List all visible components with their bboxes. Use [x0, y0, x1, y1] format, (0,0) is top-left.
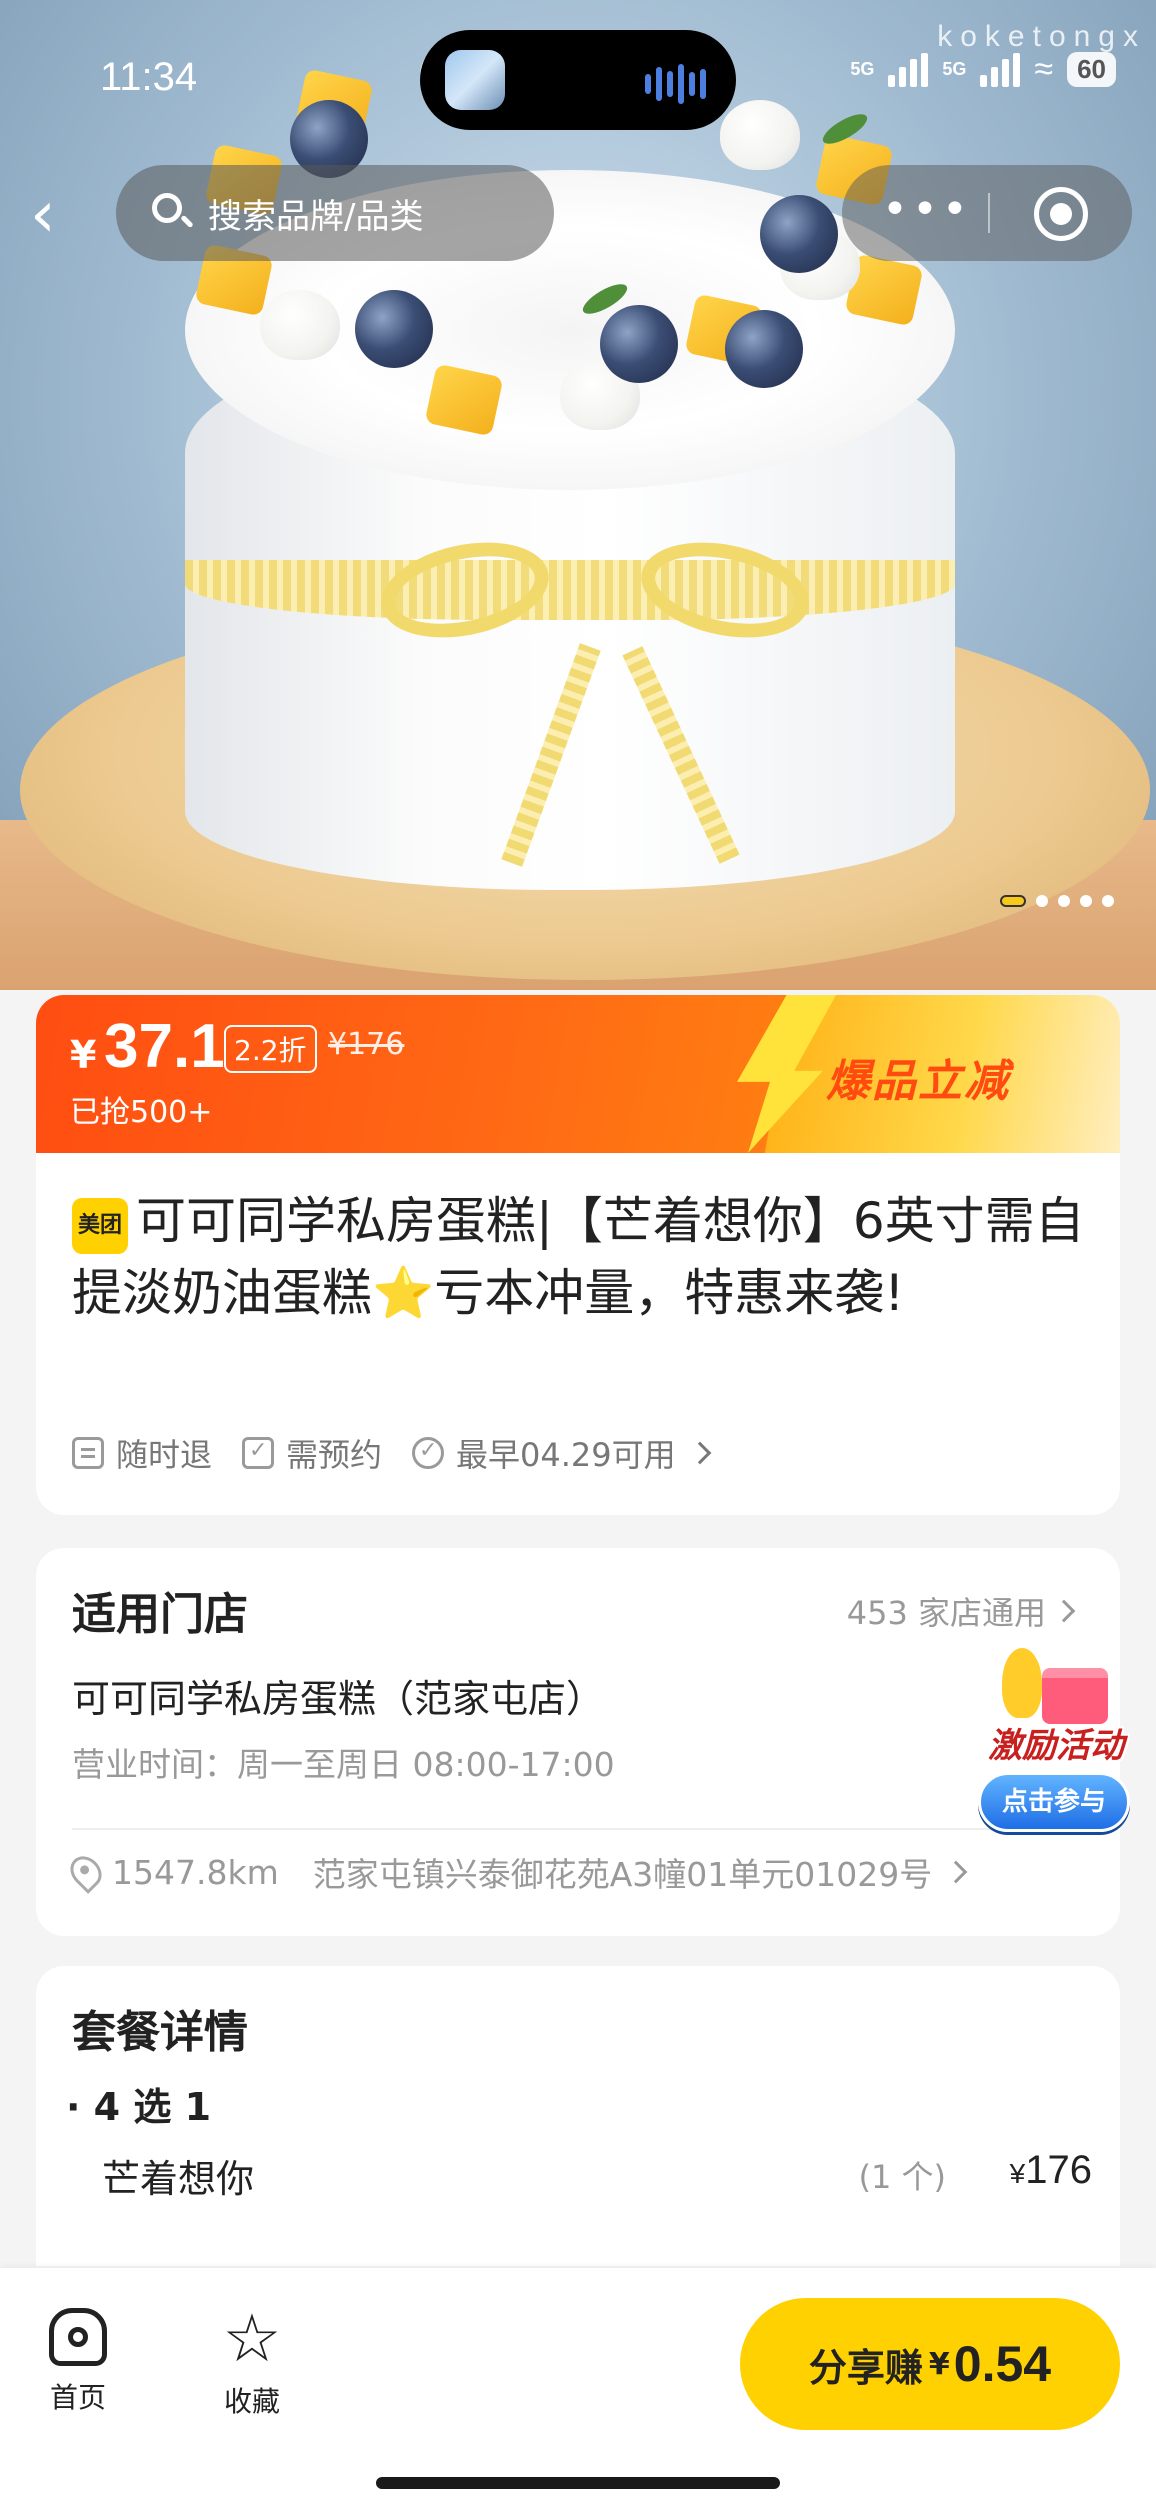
tag-label: 随时退	[116, 1436, 213, 1474]
price-banner: ¥ 37.1 2.2折 ¥176 已抢500+ 爆品立减	[36, 995, 1120, 1153]
gallery-pager	[1000, 895, 1114, 907]
applicable-stores-card: 适用门店 453 家店通用 可可同学私房蛋糕（范家屯店） 营业时间：周一至周日 …	[36, 1548, 1120, 1936]
home-icon	[49, 2308, 107, 2366]
package-details-card: 套餐详情 · 4 选 1 芒着想你 (1 个) ¥176	[36, 1966, 1120, 2266]
all-stores-link[interactable]: 453 家店通用	[846, 1588, 1076, 1634]
pager-dot	[1058, 895, 1070, 907]
product-title-text: 可可同学私房蛋糕|【芒着想你】6英寸需自提淡奶油蛋糕⭐亏本冲量，特惠来袭!	[72, 1192, 1085, 1322]
battery-indicator: 60	[1067, 52, 1116, 87]
check-circle-icon	[412, 1437, 445, 1469]
package-group: · 4 选 1	[66, 2085, 212, 2129]
section-title: 套餐详情	[72, 2007, 248, 2058]
location-pin-icon	[64, 1850, 108, 1894]
share-amount: 0.54	[953, 2336, 1052, 2392]
sold-count: 已抢500+	[70, 1095, 213, 1130]
home-button[interactable]: 首页	[28, 2308, 128, 2416]
capsule-divider	[988, 193, 990, 233]
share-earn-button[interactable]: 分享赚 ¥ 0.54	[740, 2298, 1120, 2430]
star-icon: ☆	[222, 2300, 282, 2377]
join-activity-button[interactable]: 点击参与	[978, 1772, 1130, 1832]
signal-icon	[888, 52, 929, 87]
blueberry	[725, 310, 803, 388]
blueberry	[355, 290, 433, 368]
package-item: 芒着想你 (1 个) ¥176	[102, 2148, 1092, 2203]
search-bar[interactable]: 搜索品牌/品类	[116, 165, 554, 261]
pager-dot	[1102, 895, 1114, 907]
item-price: ¥176	[1010, 2148, 1092, 2193]
cream-swirl	[720, 100, 800, 170]
status-indicators: 5G 5G ≈ 60	[850, 50, 1116, 89]
service-tags[interactable]: 随时退 需预约 最早04.29可用	[72, 1430, 711, 1476]
currency-symbol: ¥	[1009, 2158, 1026, 2189]
chevron-left-icon: ‹	[30, 178, 56, 252]
product-info-card: ¥ 37.1 2.2折 ¥176 已抢500+ 爆品立减 美团 可可同学私房蛋糕|…	[36, 995, 1120, 1515]
lightning-icon	[737, 995, 836, 1153]
calendar-check-icon	[242, 1437, 275, 1469]
tag-label: 最早04.29可用	[456, 1436, 676, 1474]
chevron-right-icon	[688, 1441, 711, 1465]
store-hours: 营业时间：周一至周日 08:00-17:00	[72, 1745, 615, 1784]
original-price: ¥176	[328, 1027, 405, 1062]
activity-label: 激励活动	[988, 1726, 1124, 1766]
chevron-right-icon	[1052, 1599, 1076, 1623]
search-placeholder: 搜索品牌/品类	[208, 196, 424, 237]
search-icon	[150, 191, 194, 235]
cream-swirl	[260, 290, 340, 360]
network-type: 5G	[850, 59, 875, 79]
item-name: 芒着想你	[102, 2157, 255, 2201]
product-image-gallery[interactable]	[0, 0, 1156, 990]
incentive-activity-widget[interactable]: 激励活动 点击参与	[966, 1648, 1146, 1838]
pager-dot	[1036, 895, 1048, 907]
store-name[interactable]: 可可同学私房蛋糕（范家屯店）	[72, 1668, 604, 1723]
store-count-text: 453 家店通用	[846, 1594, 1046, 1632]
document-icon	[72, 1437, 104, 1469]
discount-badge: 2.2折	[224, 1025, 317, 1073]
back-button[interactable]: ‹	[30, 180, 90, 250]
bunny-icon	[1002, 1648, 1042, 1718]
group-label: 4 选 1	[93, 2085, 212, 2129]
favorite-label: 收藏	[223, 2385, 280, 2418]
promo-label: 爆品立减	[826, 1056, 1010, 1107]
status-time: 11:34	[100, 55, 198, 99]
tag-label: 需预约	[286, 1436, 383, 1474]
current-price: 37.1	[104, 1012, 225, 1081]
home-indicator[interactable]	[376, 2477, 780, 2489]
network-type: 5G	[942, 59, 967, 79]
store-distance: 1547.8km	[112, 1852, 279, 1892]
signal-icon	[980, 52, 1021, 87]
section-title: 适用门店	[72, 1589, 248, 1640]
favorite-button[interactable]: ☆ 收藏	[202, 2300, 302, 2420]
tag-available-date: 最早04.29可用	[412, 1430, 711, 1476]
more-options-button[interactable]: •••	[882, 165, 972, 261]
watermark: koketongx	[937, 20, 1146, 53]
pager-dot-active	[1000, 895, 1026, 907]
tag-refund: 随时退	[72, 1430, 212, 1476]
divider	[72, 1828, 1084, 1830]
home-label: 首页	[49, 2381, 106, 2414]
blueberry	[600, 305, 678, 383]
close-miniprogram-button[interactable]	[1034, 187, 1088, 241]
miniprogram-capsule: •••	[842, 165, 1132, 261]
blueberry	[760, 195, 838, 273]
store-address: 范家屯镇兴泰御花苑A3幢01单元01029号	[312, 1855, 933, 1894]
product-title: 美团 可可同学私房蛋糕|【芒着想你】6英寸需自提淡奶油蛋糕⭐亏本冲量，特惠来袭!	[72, 1185, 1092, 1329]
store-address-row[interactable]: 1547.8km 范家屯镇兴泰御花苑A3幢01单元01029号	[64, 1848, 1084, 1896]
item-quantity: (1 个)	[858, 2158, 946, 2196]
chevron-right-icon	[944, 1860, 968, 1884]
music-cover-thumbnail	[445, 50, 505, 110]
share-label: 分享赚	[808, 2345, 923, 2390]
item-price-value: 176	[1025, 2148, 1092, 2192]
meituan-badge: 美团	[72, 1198, 128, 1254]
dynamic-island	[420, 30, 736, 130]
bottom-action-bar: 首页 ☆ 收藏 分享赚 ¥ 0.54	[0, 2268, 1156, 2510]
currency-symbol: ¥	[70, 1033, 97, 1077]
cake-ribbon	[185, 560, 955, 620]
currency-symbol: ¥	[928, 2346, 950, 2382]
pager-dot	[1080, 895, 1092, 907]
wifi-icon: ≈	[1034, 50, 1054, 88]
audio-wave-icon	[645, 64, 706, 104]
tag-reservation: 需预约	[242, 1430, 382, 1476]
gift-box-icon	[1042, 1668, 1108, 1724]
